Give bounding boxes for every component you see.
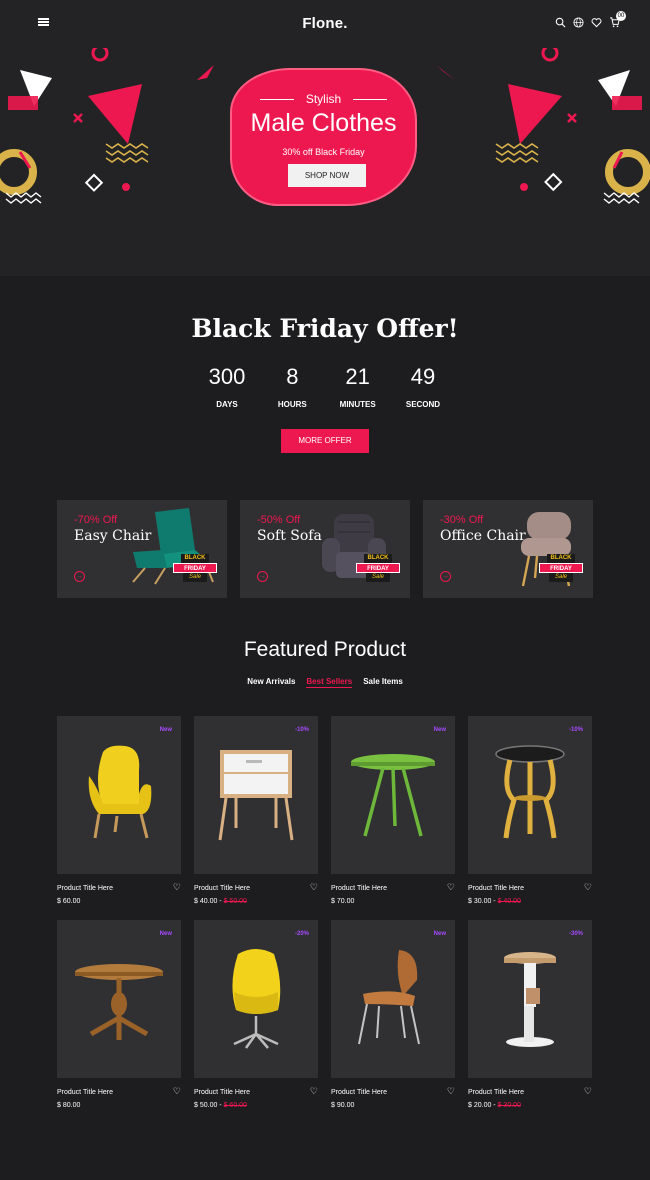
- product-image[interactable]: New: [331, 716, 455, 874]
- product-badge: -10%: [568, 727, 583, 733]
- cart-count-badge: 00: [616, 11, 626, 21]
- shop-now-button[interactable]: SHOP NOW: [288, 164, 366, 187]
- product-badge: -20%: [294, 931, 309, 937]
- product-title[interactable]: Product Title Here: [468, 1089, 524, 1096]
- banner-easy-chair[interactable]: -70% Off Easy Chair → BLACK FRIDAY Sale: [57, 500, 227, 598]
- wishlist-heart-icon[interactable]: ♡: [584, 882, 592, 893]
- product-card[interactable]: -10% Product Title Here ♡ $ 30.00 - $ 40…: [468, 716, 592, 908]
- heart-icon[interactable]: [591, 17, 602, 28]
- product-card[interactable]: -10% Product Title Here ♡ $ 40.00 - $ 50…: [194, 716, 318, 908]
- product-image[interactable]: -30%: [468, 920, 592, 1078]
- tab-best-sellers[interactable]: Best Sellers: [306, 677, 353, 688]
- product-badge: New: [159, 931, 172, 937]
- product-card[interactable]: New Product Title Here ♡ $ 60.00: [57, 716, 181, 908]
- product-title[interactable]: Product Title Here: [331, 1089, 387, 1096]
- product-card[interactable]: New Product Title Here ♡ $ 70.00: [331, 716, 455, 908]
- product-badge: New: [433, 931, 446, 937]
- product-badge: -30%: [568, 931, 583, 937]
- header-icons: 00: [555, 11, 626, 28]
- logo[interactable]: Flone.: [0, 15, 650, 32]
- arrow-right-icon[interactable]: →: [257, 571, 268, 582]
- product-price: $ 70.00: [331, 898, 355, 905]
- countdown-seconds: 49 SECOND: [405, 364, 441, 409]
- arrow-right-icon[interactable]: →: [440, 571, 451, 582]
- countdown-days: 300 DAYS: [208, 364, 246, 409]
- cart-icon[interactable]: 00: [609, 11, 626, 28]
- product-title[interactable]: Product Title Here: [331, 885, 387, 892]
- product-card[interactable]: New Product Title Here ♡ $ 90.00: [331, 920, 455, 1112]
- product-image[interactable]: New: [331, 920, 455, 1078]
- product-image[interactable]: New: [57, 716, 181, 874]
- black-friday-badge: BLACK FRIDAY Sale: [173, 554, 217, 584]
- product-title[interactable]: Product Title Here: [194, 885, 250, 892]
- globe-icon[interactable]: [573, 17, 584, 28]
- wishlist-heart-icon[interactable]: ♡: [173, 1086, 181, 1097]
- product-price: $ 30.00 - $ 40.00: [468, 898, 521, 905]
- product-image[interactable]: New: [57, 920, 181, 1078]
- product-tabs: New Arrivals Best Sellers Sale Items: [0, 677, 650, 688]
- banner-discount: -50% Off: [257, 514, 301, 526]
- more-offer-button[interactable]: MORE OFFER: [281, 429, 369, 453]
- product-badge: New: [159, 727, 172, 733]
- product-badge: -10%: [294, 727, 309, 733]
- product-title[interactable]: Product Title Here: [57, 1089, 113, 1096]
- product-image[interactable]: -10%: [468, 716, 592, 874]
- offer-title: Black Friday Offer!: [191, 314, 459, 343]
- product-card[interactable]: -30% Product Title Here ♡ $ 20.00 - $ 30…: [468, 920, 592, 1112]
- product-title[interactable]: Product Title Here: [468, 885, 524, 892]
- product-price: $ 20.00 - $ 30.00: [468, 1102, 521, 1109]
- wishlist-heart-icon[interactable]: ♡: [310, 882, 318, 893]
- black-friday-badge: BLACK FRIDAY Sale: [356, 554, 400, 584]
- wishlist-heart-icon[interactable]: ♡: [310, 1086, 318, 1097]
- arrow-right-icon[interactable]: →: [74, 571, 85, 582]
- product-image[interactable]: -20%: [194, 920, 318, 1078]
- countdown-hours: 8 HOURS: [277, 364, 307, 409]
- wishlist-heart-icon[interactable]: ♡: [173, 882, 181, 893]
- wishlist-heart-icon[interactable]: ♡: [447, 882, 455, 893]
- wishlist-heart-icon[interactable]: ♡: [584, 1086, 592, 1097]
- product-image[interactable]: -10%: [194, 716, 318, 874]
- hero-title: Male Clothes: [250, 109, 397, 137]
- site-header: Flone. 00: [0, 0, 650, 48]
- banner-discount: -30% Off: [440, 514, 484, 526]
- countdown-timer: 300 DAYS 8 HOURS 21 MINUTES 49 SECOND: [197, 364, 453, 409]
- search-icon[interactable]: [555, 17, 566, 28]
- product-badge: New: [433, 727, 446, 733]
- featured-title: Featured Product: [243, 638, 407, 661]
- product-title[interactable]: Product Title Here: [194, 1089, 250, 1096]
- product-title[interactable]: Product Title Here: [57, 885, 113, 892]
- product-card[interactable]: -20% Product Title Here ♡ $ 50.00 - $ 60…: [194, 920, 318, 1112]
- product-price: $ 80.00: [57, 1102, 81, 1109]
- banner-office-chair[interactable]: -30% Off Office Chair → BLACK FRIDAY Sal…: [423, 500, 593, 598]
- product-card[interactable]: New Product Title Here ♡ $ 80.00: [57, 920, 181, 1112]
- tab-sale-items[interactable]: Sale Items: [363, 677, 403, 688]
- product-price: $ 40.00 - $ 50.00: [194, 898, 247, 905]
- banner-discount: -70% Off: [74, 514, 118, 526]
- tab-new-arrivals[interactable]: New Arrivals: [247, 677, 295, 688]
- product-price: $ 90.00: [331, 1102, 355, 1109]
- banner-soft-sofa[interactable]: -50% Off Soft Sofa → BLACK FRIDAY Sale: [240, 500, 410, 598]
- countdown-minutes: 21 MINUTES: [339, 364, 376, 409]
- hero-slider: Stylish Male Clothes 30% off Black Frida…: [0, 48, 650, 276]
- product-price: $ 50.00 - $ 60.00: [194, 1102, 247, 1109]
- wishlist-heart-icon[interactable]: ♡: [447, 1086, 455, 1097]
- hero-subtitle: Stylish: [232, 92, 415, 106]
- hero-banner: Stylish Male Clothes 30% off Black Frida…: [230, 68, 417, 206]
- hero-offer-text: 30% off Black Friday: [282, 147, 365, 157]
- black-friday-badge: BLACK FRIDAY Sale: [539, 554, 583, 584]
- product-price: $ 60.00: [57, 898, 81, 905]
